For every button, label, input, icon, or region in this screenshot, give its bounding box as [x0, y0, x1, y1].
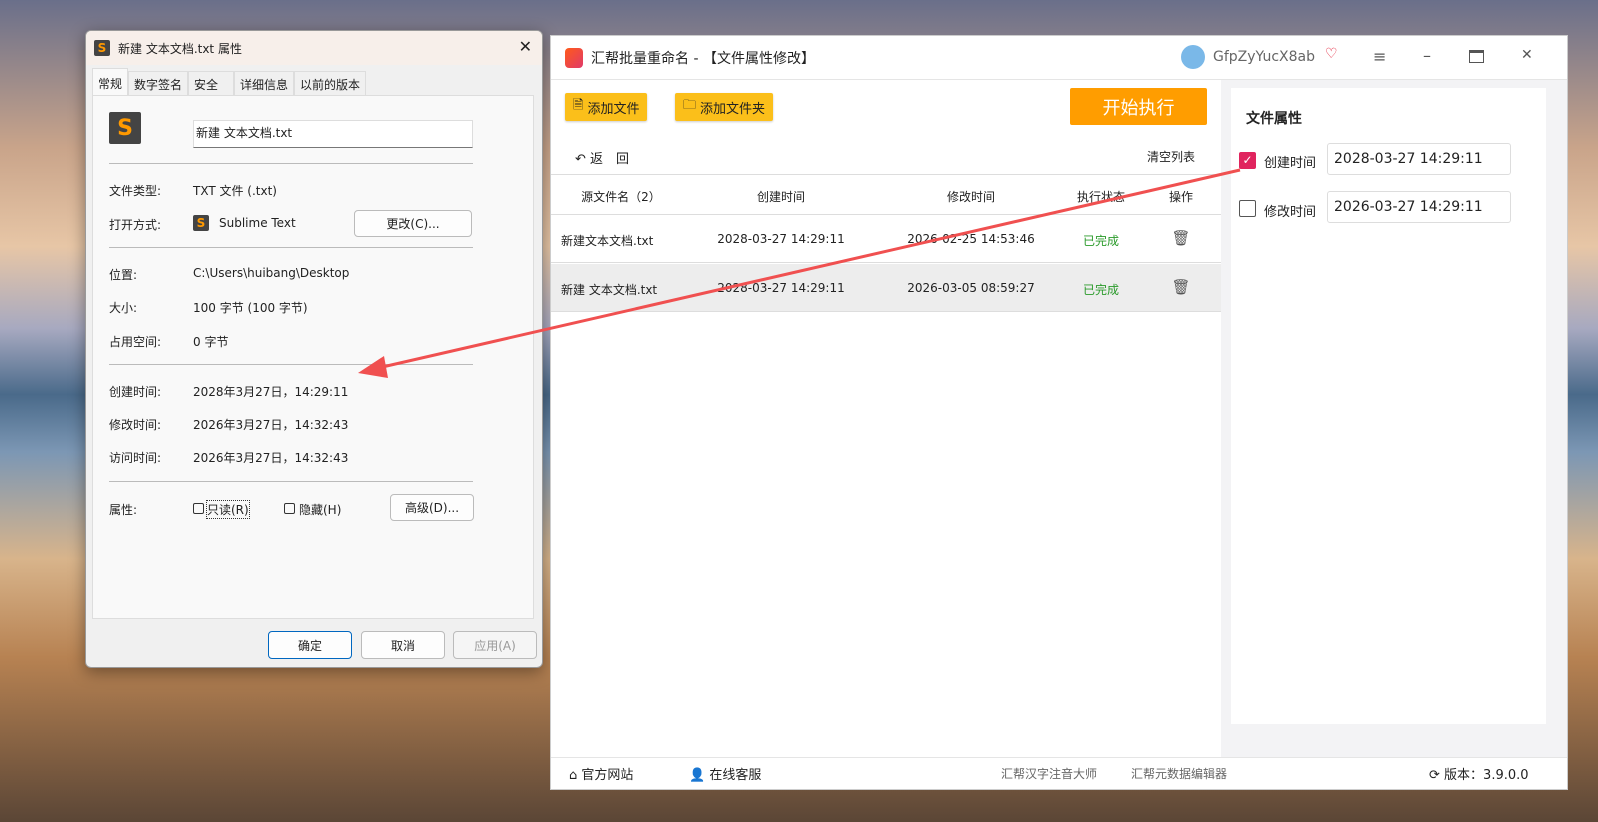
annotation-arrow: [358, 168, 1241, 378]
